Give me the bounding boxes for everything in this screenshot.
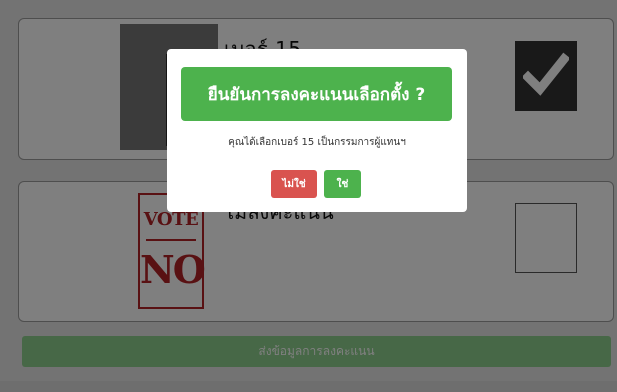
cancel-button[interactable]: ไม่ใช่ (271, 170, 317, 198)
confirm-button[interactable]: ใช่ (324, 170, 361, 198)
confirm-dialog: ยืนยันการลงคะแนนเลือกตั้ง ? คุณได้เลือกเ… (167, 49, 467, 212)
dialog-message: คุณได้เลือกเบอร์ 15 เป็นกรรมการผู้แทนฯ (228, 137, 406, 148)
ballot-page: เบอร์ 15 VOTE NO ไม่ลงคะแนน ส่งข้อมูลการ… (0, 0, 617, 392)
dialog-title: ยืนยันการลงคะแนนเลือกตั้ง ? (181, 67, 452, 121)
dialog-title-text: ยืนยันการลงคะแนนเลือกตั้ง ? (207, 84, 426, 105)
